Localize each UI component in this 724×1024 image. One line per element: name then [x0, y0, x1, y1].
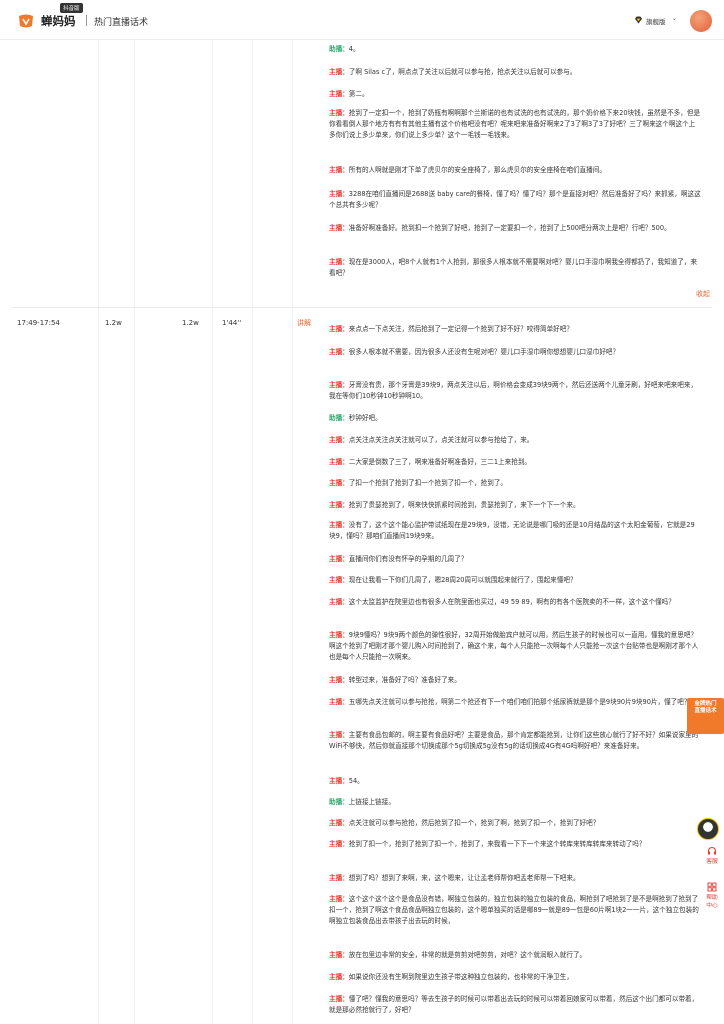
- transcript-line: 主播：3288在咱们直播间是2688送 baby care的餐椅，懂了吗？懂了吗…: [329, 190, 701, 210]
- transcript-line: 主播：所有的人啊就是刚才下单了虎贝尔的安全座椅了，那么虎贝尔的安全座椅在咱们直播…: [329, 166, 606, 174]
- column-divider: [252, 40, 253, 1024]
- metric-cell: 1.2w: [182, 319, 199, 327]
- transcript-line: 主播：现在是3000人，吧8个人就有1个人抢到，那很多人根本就不需要啊对吧？婴儿…: [329, 258, 698, 278]
- transcript-line: 主播：放在包里边非常的安全，非常的就是剪剪对吧剪剪，对吧？这个就润眼入就行了。: [329, 951, 587, 959]
- column-divider: [292, 40, 293, 1024]
- transcript-line: 主播：抢到了一定扣一个，抢到了奶瓶有啊啊那个兰斯诺的也有试洗的也有试洗的，那个奶…: [329, 109, 701, 140]
- grid-icon: [707, 882, 717, 892]
- promo-line: 直播话术: [694, 708, 717, 714]
- transcript-line: 主播：很多人根本就不需要，因为很多人还没有生呢对吧？婴儿口手湿巾啊你想想婴儿口湿…: [329, 348, 620, 356]
- transcript-line: 主播：54。: [329, 777, 364, 785]
- mascot-icon[interactable]: [697, 818, 719, 840]
- brand-logo-icon[interactable]: [17, 13, 35, 29]
- customer-service-label: 客服: [706, 859, 718, 865]
- transcript-line: 主播：牙膏没有贵，那个牙膏是39块9，两点关注以后，啊价格会变成39块9两个，然…: [329, 381, 698, 401]
- column-divider: [134, 40, 135, 1024]
- transcript-line: 主播：来点点一下点关注，然后抢到了一定记得一个抢到了好不好？咬得简单好吧？: [329, 325, 573, 333]
- transcript-line: 主播：这个太监监护在院里边也有很多人在院里面也买过，49 59 89，啊有的有各…: [329, 598, 675, 606]
- transcript-line: 助播：秒钟好吧。: [329, 414, 382, 422]
- page-title: 热门直播话术: [94, 18, 149, 28]
- transcript-line: 主播：点关注就可以参与抢抢，然后抢到了扣一个，抢到了啊，抢到了扣一个，抢到了好吧…: [329, 819, 600, 827]
- transcript-line: 主播：转型过来，准备好了吗？准备好了来。: [329, 676, 461, 684]
- help-center-button[interactable]: 帮助中心: [700, 882, 724, 910]
- metric-cell: 1.2w: [105, 319, 122, 327]
- customer-service-button[interactable]: 客服: [700, 846, 724, 865]
- transcript-line: 主播：抢到了扣一个，抢到了抢到了扣一个，抢到了，来我看一下下一个来这个转库来转库…: [329, 840, 646, 848]
- transcript-line: 助播：上链接上链接。: [329, 798, 395, 806]
- header-divider: [86, 15, 87, 26]
- promo-banner[interactable]: 金牌热门 直播话术: [687, 698, 724, 734]
- platform-badge: 抖音版: [60, 3, 83, 13]
- collapse-button[interactable]: 收起: [696, 289, 710, 299]
- help-center-label: 帮助中心: [706, 895, 718, 909]
- explain-tag[interactable]: 讲解: [297, 318, 311, 328]
- column-divider: [212, 40, 213, 1024]
- transcript-line: 主播：了扣一个抢到了抢到了扣一个抢到了扣一个，抢到了。: [329, 479, 508, 487]
- row-divider: [12, 307, 712, 308]
- transcript-line: 主播：这个这个这个这个是食品没有错，啊独立包装的，独立包装的独立包装的食品，啊抢…: [329, 895, 699, 926]
- headset-icon: [708, 847, 716, 855]
- membership-label[interactable]: 旗舰版: [646, 16, 666, 26]
- chevron-down-icon[interactable]: ⌄: [672, 15, 677, 22]
- transcript-line: 主播：点关注点关注点关注就可以了，点关注就可以参与抢给了，来。: [329, 436, 534, 444]
- transcript-line: 助播：4。: [329, 45, 360, 53]
- time-range-cell: 17:49-17:54: [17, 319, 60, 327]
- transcript-line: 主播：抢到了贵瑟抢到了，啊来快快抓紧时间抢到，贵瑟抢到了，来下一个下一个来。: [329, 501, 580, 509]
- transcript-line: 主播：懂了吧？懂我的意思吗？等去生孩子的时候可以带着出去玩的时候可以带着回娘家可…: [329, 995, 699, 1015]
- duration-cell: 1'44'': [222, 319, 242, 327]
- transcript-line: 主播：第二。: [329, 90, 369, 98]
- transcript-line: 主播：五哪先点关注就可以参与抢抢，啊第二个抢还有下一个咱们咱们拍那个纸尿裤就是那…: [329, 698, 691, 706]
- transcript-line: 主播：准备好啊准备好。抢到扣一个抢到了好吧，抢到了一定要扣一个，抢到了上500吧…: [329, 224, 671, 232]
- user-avatar[interactable]: [690, 10, 712, 32]
- transcript-line: 主播：主要有食品包邮的，啊主要有食品好吧？主要是食品，那个肯定都能抢到，让你们这…: [329, 731, 699, 751]
- transcript-line: 主播：现在让我看一下你们几周了，嗯28周20周可以就围起来就行了，围起来懂吧？: [329, 576, 577, 584]
- top-header: 蝉妈妈 抖音版 热门直播话术 旗舰版 ⌄: [0, 0, 724, 40]
- brand-name[interactable]: 蝉妈妈: [41, 13, 76, 29]
- promo-line: 金牌热门: [694, 701, 717, 707]
- transcript-line: 主播：如果说你还没有生啊到院里边生孩子带这种独立包装的，也非常的干净卫生，: [329, 973, 573, 981]
- transcript-line: 主播：想到了吗？想到了来啊，来，这个嗯来，让让孟老师帮你吧孟老师帮一下吧来。: [329, 874, 580, 882]
- column-divider: [98, 40, 99, 1024]
- transcript-line: 主播：9块9懂吗？9块9两个颜色的弹性很好，32周开始做胎宾户就可以用，然后生孩…: [329, 631, 699, 662]
- transcript-line: 主播：二大家是倒数了三了，啊来准备好啊准备好，三二1上来抢到。: [329, 458, 532, 466]
- transcript-line: 主播：直播间你们有没有怀孕的孕期的几周了？: [329, 555, 468, 563]
- diamond-icon: [634, 16, 643, 24]
- transcript-line: 主播：没有了，这个这个能心监护带试纸现在是29块9，没错，无论说是哪门吸的还是1…: [329, 521, 695, 541]
- transcript-line: 主播：了啊 Silas c了，啊点点了关注以后就可以参与抢，抢点关注以后就可以参…: [329, 68, 577, 76]
